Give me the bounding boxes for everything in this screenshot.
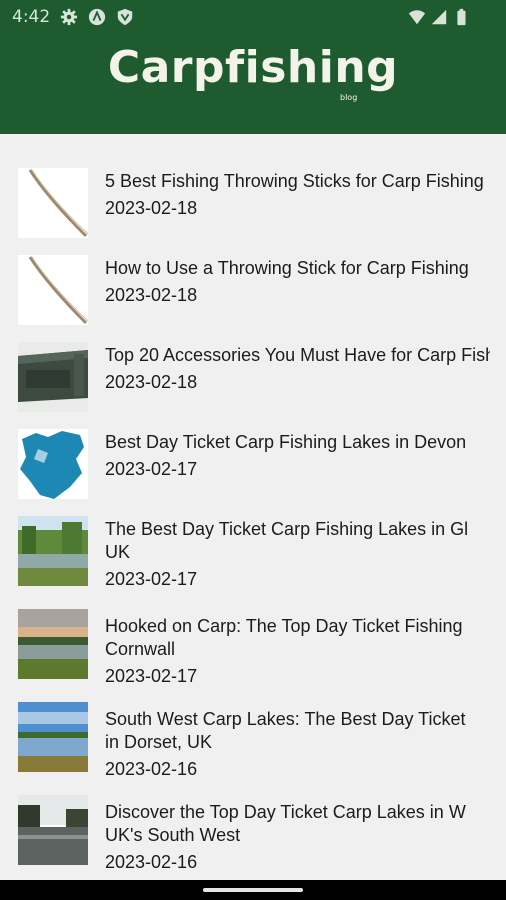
- app-logo-subtitle: blog: [340, 93, 358, 102]
- home-gesture-handle[interactable]: [203, 888, 303, 892]
- gear-icon: [60, 8, 78, 26]
- article-title-continued[interactable]: UK's South West: [105, 824, 490, 847]
- app-header: Carpfishing blog: [0, 34, 506, 134]
- article-thumbnail: [18, 429, 88, 499]
- article-thumbnail: [18, 516, 88, 586]
- article-title[interactable]: 5 Best Fishing Throwing Sticks for Carp …: [105, 170, 490, 193]
- status-time: 4:42: [12, 7, 51, 27]
- article-date: 2023-02-16: [105, 852, 198, 872]
- article-thumbnail: [18, 609, 88, 679]
- article-date: 2023-02-17: [105, 666, 198, 686]
- article-title-continued[interactable]: Cornwall: [105, 638, 490, 661]
- article-title[interactable]: Discover the Top Day Ticket Carp Lakes i…: [105, 801, 490, 824]
- wifi-icon: [408, 10, 426, 25]
- article-thumbnail: [18, 168, 88, 238]
- article-thumbnail: [18, 255, 88, 325]
- article-date: 2023-02-16: [105, 759, 198, 779]
- signal-icon: [431, 9, 447, 25]
- app-logo: Carpfishing: [107, 42, 399, 93]
- article-date: 2023-02-18: [105, 198, 198, 218]
- status-bar: 4:42: [0, 0, 506, 34]
- article-title[interactable]: How to Use a Throwing Stick for Carp Fis…: [105, 257, 490, 280]
- article-thumbnail: [18, 795, 88, 865]
- system-nav-bar: [0, 880, 506, 900]
- article-title[interactable]: Hooked on Carp: The Top Day Ticket Fishi…: [105, 615, 490, 638]
- article-title[interactable]: South West Carp Lakes: The Best Day Tick…: [105, 708, 490, 731]
- article-title-continued[interactable]: UK: [105, 541, 490, 564]
- article-date: 2023-02-18: [105, 285, 198, 305]
- article-title[interactable]: The Best Day Ticket Carp Fishing Lakes i…: [105, 518, 490, 541]
- shield-icon: [117, 8, 133, 26]
- battery-icon: [457, 8, 466, 26]
- article-date: 2023-02-17: [105, 569, 198, 589]
- article-title[interactable]: Best Day Ticket Carp Fishing Lakes in De…: [105, 431, 490, 454]
- article-date: 2023-02-17: [105, 459, 198, 479]
- article-title[interactable]: Top 20 Accessories You Must Have for Car…: [105, 344, 490, 367]
- article-list: 5 Best Fishing Throwing Sticks for Carp …: [0, 134, 506, 880]
- article-thumbnail: [18, 342, 88, 412]
- android-icon: [88, 8, 106, 26]
- article-thumbnail: [18, 702, 88, 772]
- article-title-continued[interactable]: in Dorset, UK: [105, 731, 490, 754]
- article-date: 2023-02-18: [105, 372, 198, 392]
